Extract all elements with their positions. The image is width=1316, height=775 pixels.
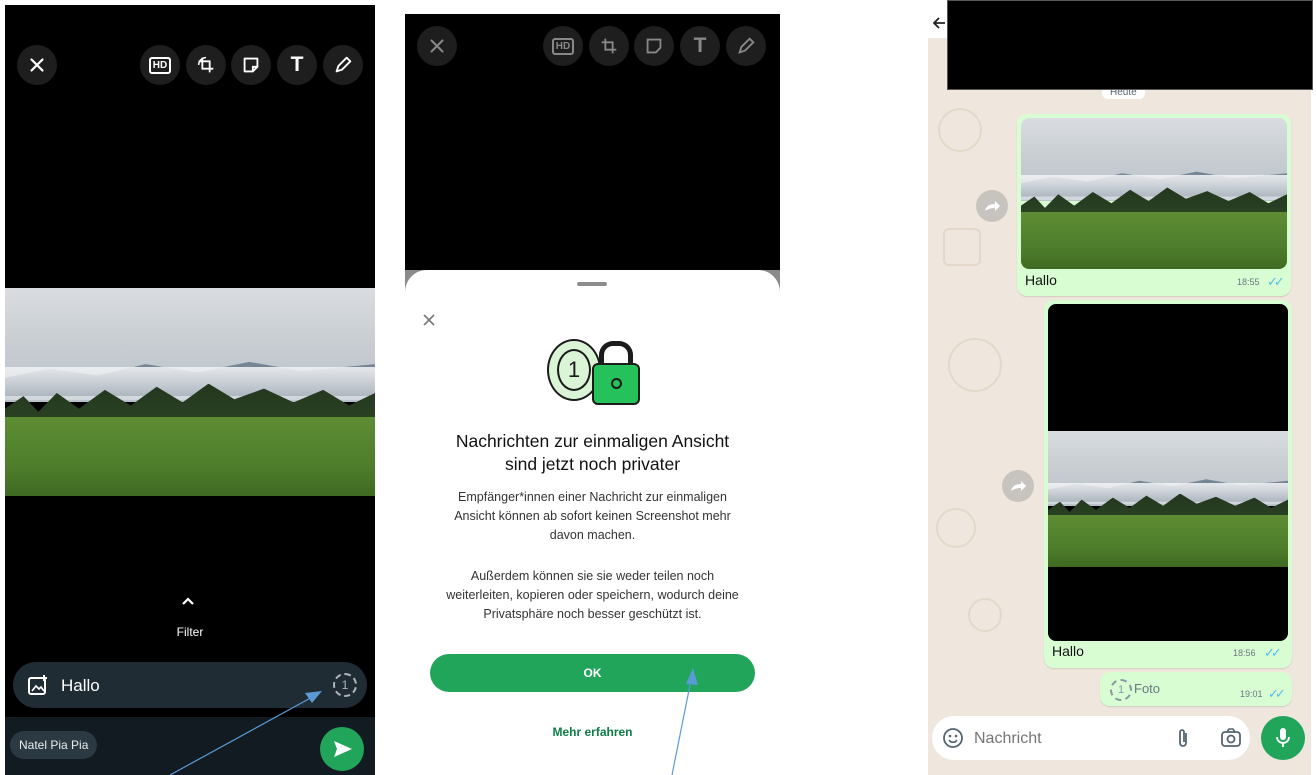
annotation-arrows — [169, 668, 698, 775]
